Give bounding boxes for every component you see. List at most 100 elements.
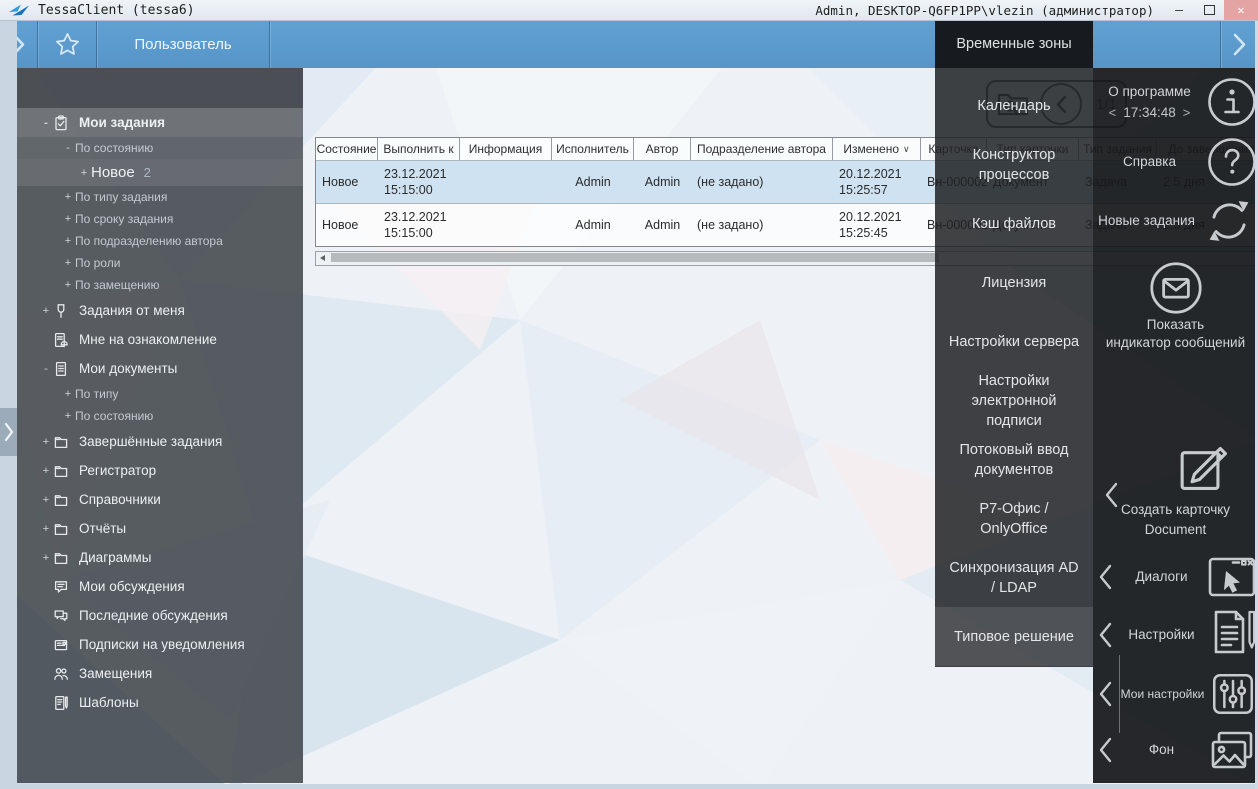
- column-header[interactable]: Состояние: [316, 138, 378, 160]
- tree-expander[interactable]: +: [61, 191, 75, 203]
- background-button[interactable]: Фон: [1093, 723, 1258, 777]
- help-button[interactable]: Справка: [1093, 134, 1258, 190]
- about-block[interactable]: О программе < 17:34:48 >: [1093, 74, 1258, 130]
- dialogs-icon: [1206, 554, 1258, 600]
- sidebar-item[interactable]: +Диаграммы: [17, 543, 303, 572]
- sidebar-item[interactable]: +По замещению: [17, 274, 303, 296]
- sidebar-item[interactable]: + Задания от меня: [17, 296, 303, 325]
- submenu-item[interactable]: Кэш файлов: [935, 194, 1093, 253]
- sidebar-item[interactable]: +Регистратор: [17, 456, 303, 485]
- sidebar-item-label: Задания от меня: [79, 303, 185, 318]
- submenu-item[interactable]: Календарь: [935, 76, 1093, 135]
- column-header[interactable]: Подразделение автора: [691, 138, 833, 160]
- submenu-item[interactable]: Временные зоны: [935, 20, 1093, 68]
- tree-expander[interactable]: +: [61, 235, 75, 247]
- sidebar-item[interactable]: +Завершённые задания: [17, 427, 303, 456]
- sidebar-item[interactable]: -Мои задания: [17, 108, 303, 137]
- sort-indicator-icon: ∨: [903, 144, 910, 155]
- sidebar-item[interactable]: Замещения: [17, 659, 303, 688]
- message-indicator-button[interactable]: Показать индикатор сообщений: [1093, 260, 1258, 420]
- folder-icon: [53, 521, 73, 537]
- create-card-icon: [1175, 436, 1237, 498]
- submenu-item[interactable]: Лицензия: [935, 253, 1093, 312]
- chevron-left-icon[interactable]: [1093, 737, 1117, 763]
- sidebar-item[interactable]: +Отчёты: [17, 514, 303, 543]
- sidebar-item[interactable]: +По сроку задания: [17, 208, 303, 230]
- submenu-item[interactable]: Синхронизация AD / LDAP: [935, 548, 1093, 607]
- chevron-left-icon[interactable]: [1093, 681, 1117, 707]
- settings-button[interactable]: Настройки: [1093, 605, 1258, 665]
- tree-expander[interactable]: +: [39, 305, 53, 317]
- create-card-button[interactable]: Создать карточку Document: [1093, 434, 1258, 546]
- sidebar-item[interactable]: +Справочники: [17, 485, 303, 514]
- submenu-item[interactable]: Типовое решение: [935, 607, 1093, 666]
- submenu-item-label: Лицензия: [982, 273, 1046, 293]
- chevron-right-icon: [4, 422, 14, 442]
- chevron-left-icon[interactable]: [1093, 622, 1117, 648]
- submenu-item[interactable]: Конструктор процессов: [935, 135, 1093, 194]
- new-tasks-button[interactable]: Новые задания: [1093, 190, 1258, 252]
- submenu-item[interactable]: Настройки сервера: [935, 312, 1093, 371]
- sidebar-item-label: По роли: [75, 256, 120, 270]
- sidebar-item[interactable]: +По типу задания: [17, 186, 303, 208]
- sidebar-item[interactable]: Последние обсуждения: [17, 601, 303, 630]
- tab-user[interactable]: Пользователь: [97, 20, 269, 68]
- sidebar-item[interactable]: -По состоянию: [17, 137, 303, 159]
- my-settings-button[interactable]: Мои настройки: [1093, 667, 1258, 721]
- column-header[interactable]: Выполнить к: [378, 138, 460, 160]
- close-button[interactable]: ✕: [1224, 0, 1258, 20]
- tree-expander[interactable]: +: [61, 279, 75, 291]
- minimize-button[interactable]: –: [1164, 0, 1194, 20]
- tree-expander[interactable]: +: [39, 552, 53, 564]
- tree-expander[interactable]: +: [39, 465, 53, 477]
- chevron-left-icon[interactable]: [1093, 564, 1117, 590]
- bottom-edge-strip: [0, 784, 1258, 789]
- tree-expander[interactable]: -: [39, 363, 53, 375]
- column-header[interactable]: Автор: [634, 138, 691, 160]
- table-cell: Новое: [316, 161, 378, 203]
- info-icon[interactable]: [1206, 76, 1258, 128]
- tree-expander[interactable]: +: [61, 257, 75, 269]
- tree-expander[interactable]: +: [61, 388, 75, 400]
- submenu-item-label: Временные зоны: [956, 34, 1071, 54]
- tree-expander[interactable]: +: [39, 436, 53, 448]
- tree-expander[interactable]: +: [61, 213, 75, 225]
- prev-timezone-button[interactable]: <: [1109, 104, 1117, 122]
- sidebar-item[interactable]: +По состоянию: [17, 405, 303, 427]
- tree-expander[interactable]: +: [39, 494, 53, 506]
- mailcard-icon: [53, 637, 73, 653]
- tree-expander[interactable]: -: [61, 142, 75, 154]
- dialogs-button[interactable]: Диалоги: [1093, 551, 1258, 603]
- tree-expander[interactable]: +: [77, 167, 91, 179]
- column-header[interactable]: Информация: [460, 138, 552, 160]
- column-header[interactable]: Изменено∨: [833, 138, 921, 160]
- mail-icon: [1148, 260, 1204, 316]
- sidebar-item[interactable]: Подписки на уведомления: [17, 630, 303, 659]
- sidebar-item[interactable]: -Мои документы: [17, 354, 303, 383]
- tree-expander[interactable]: +: [61, 410, 75, 422]
- submenu-item[interactable]: Настройки электронной подписи: [935, 371, 1093, 430]
- sidebar-item[interactable]: +Новое2: [17, 159, 303, 186]
- window-title: TessaClient (tessa6): [38, 3, 195, 18]
- sidebar-item[interactable]: Шаблоны: [17, 688, 303, 717]
- folder-icon: [53, 492, 73, 508]
- sidebar-item[interactable]: Мне на ознакомление: [17, 325, 303, 354]
- scrollbar-thumb[interactable]: [331, 253, 939, 262]
- sidebar-collapse-handle[interactable]: [0, 408, 17, 456]
- next-timezone-button[interactable]: >: [1183, 104, 1191, 122]
- tree-expander[interactable]: -: [39, 117, 53, 129]
- sidebar-item[interactable]: Мои обсуждения: [17, 572, 303, 601]
- table-cell: Новое: [316, 204, 378, 246]
- toolbar-right-expand-button[interactable]: [1221, 20, 1258, 68]
- maximize-button[interactable]: [1194, 0, 1224, 20]
- sidebar-item[interactable]: +По подразделению автора: [17, 230, 303, 252]
- column-header[interactable]: Исполнитель: [552, 138, 634, 160]
- sidebar-item[interactable]: +По роли: [17, 252, 303, 274]
- tree-expander[interactable]: +: [39, 523, 53, 535]
- sidebar-item[interactable]: +По типу: [17, 383, 303, 405]
- submenu-item[interactable]: Потоковый ввод документов: [935, 430, 1093, 489]
- favorites-button[interactable]: [38, 20, 96, 68]
- count-badge: 2: [144, 165, 151, 180]
- scroll-left-arrow[interactable]: [320, 255, 325, 261]
- submenu-item[interactable]: Р7-Офис / OnlyOffice: [935, 489, 1093, 548]
